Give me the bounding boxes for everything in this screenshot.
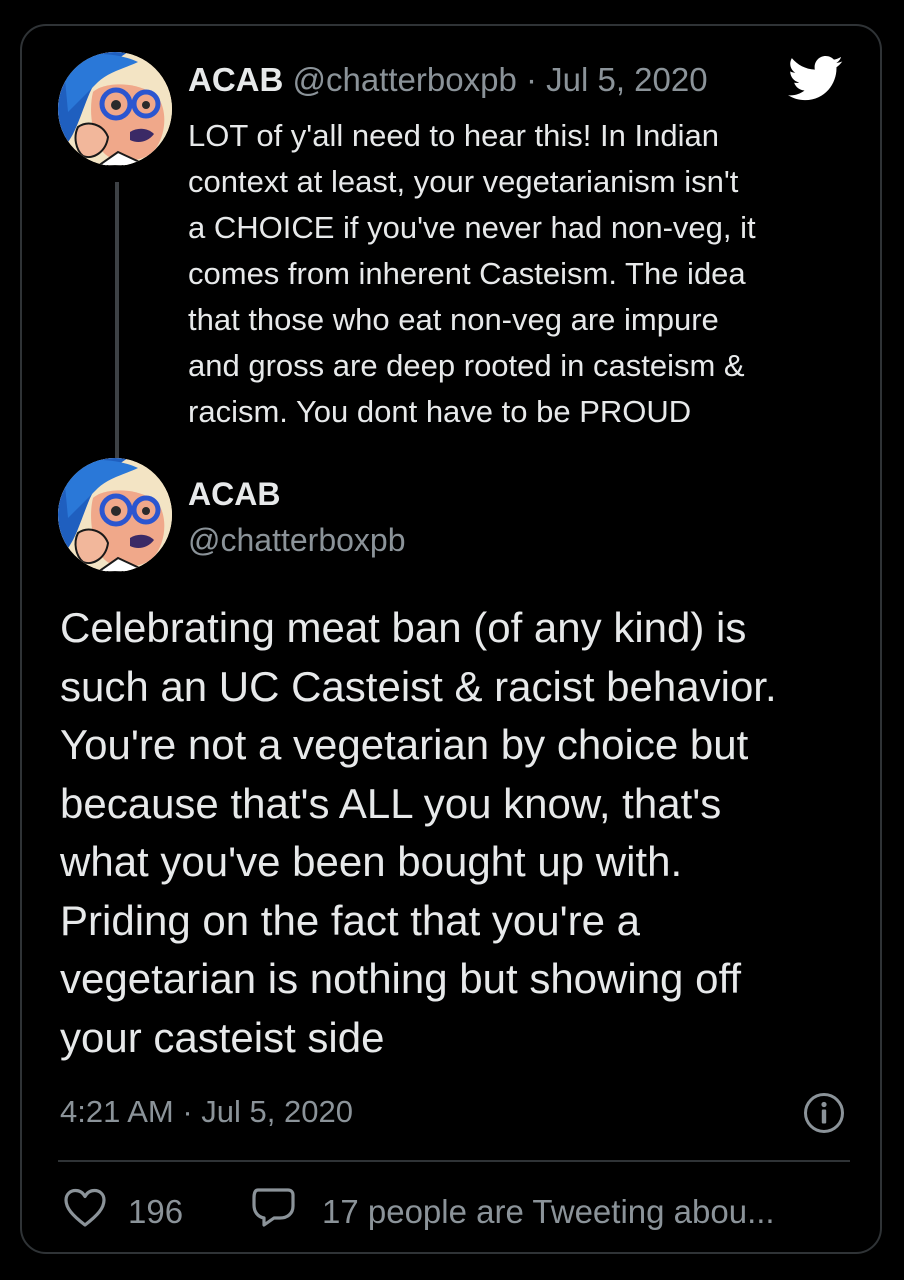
like-count: 196 — [128, 1193, 184, 1230]
separator-dot: · — [525, 61, 537, 98]
parent-tweet-text: LOT of y'all need to hear this! In India… — [188, 118, 756, 429]
like-button[interactable]: 196 — [62, 1188, 183, 1236]
reply-button[interactable]: 17 people are Tweeting abou... — [250, 1188, 775, 1236]
info-icon[interactable] — [802, 1091, 846, 1135]
divider — [58, 1160, 850, 1162]
heart-icon — [62, 1187, 108, 1237]
twitter-bird-icon — [787, 56, 844, 102]
parent-handle[interactable]: @chatterboxpb — [293, 61, 517, 98]
thread-connector — [115, 182, 119, 468]
main-display-name[interactable]: ACAB — [188, 474, 280, 514]
avatar[interactable] — [58, 52, 172, 166]
speech-bubble-icon — [250, 1186, 296, 1238]
tweet-timestamp[interactable]: 4:21 AM · Jul 5, 2020 — [60, 1092, 353, 1132]
parent-display-name[interactable]: ACAB — [188, 61, 283, 98]
parent-tweet-header: ACAB @chatterboxpb · Jul 5, 2020 — [188, 60, 708, 100]
tweet-card: ACAB @chatterboxpb · Jul 5, 2020 LOT of … — [20, 24, 882, 1254]
tweeting-about-text: 17 people are Tweeting abou... — [322, 1193, 775, 1230]
avatar-illustration — [58, 52, 172, 166]
main-tweet-text: Celebrating meat ban (of any kind) is su… — [60, 604, 777, 1061]
avatar-illustration — [58, 458, 172, 572]
main-handle[interactable]: @chatterboxpb — [188, 520, 406, 560]
avatar[interactable] — [58, 458, 172, 572]
parent-date[interactable]: Jul 5, 2020 — [546, 61, 707, 98]
